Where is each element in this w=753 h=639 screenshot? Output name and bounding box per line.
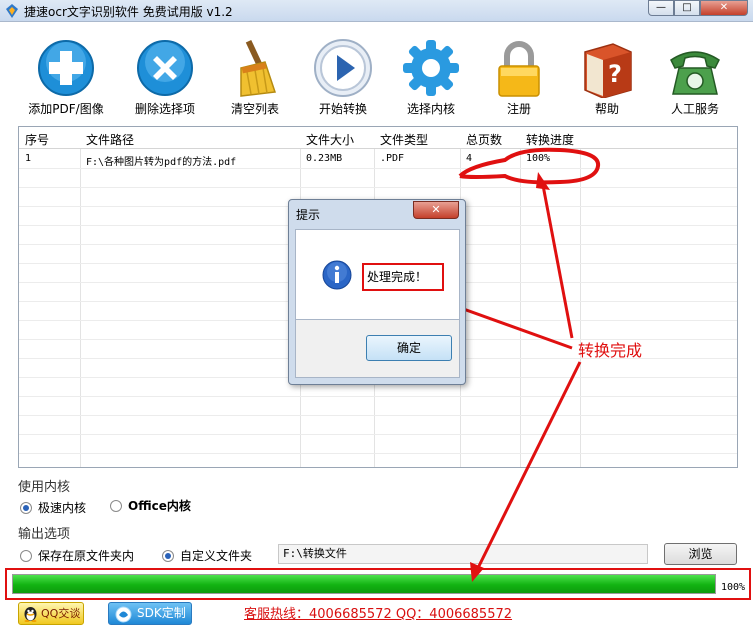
toolbar: 添加PDF/图像 删除选择项 清空列表 开始转换 选择内核 注册 ? 帮助 人工… [0,22,753,120]
maximize-button[interactable]: □ [674,0,700,16]
radio-label: 自定义文件夹 [180,549,253,563]
progress-percent: 100% [721,582,746,593]
browse-button[interactable]: 浏览 [664,543,737,565]
radio-label: 保存在原文件夹内 [38,549,135,563]
custom-folder-radio[interactable]: 自定义文件夹 [162,547,252,564]
progress-bar [12,574,716,594]
delete-selected-button[interactable]: 删除选择项 [120,38,210,117]
tool-label: 开始转换 [318,102,367,116]
engine-office-radio[interactable]: Office内核 [110,497,191,514]
prompt-dialog: 提示 ✕ 处理完成！ 确定 [288,199,466,385]
info-icon [322,260,352,290]
ok-button[interactable]: 确定 [366,335,452,361]
dialog-title: 提示 [296,208,321,222]
start-convert-button[interactable]: 开始转换 [298,38,388,117]
row-divider [19,415,737,416]
sdk-custom-label: SDK定制 [137,606,186,620]
qq-chat-label: QQ交谈 [41,607,81,620]
output-section-label: 输出选项 [18,527,71,542]
row-file-type: .PDF [380,153,405,164]
manual-service-button[interactable]: 人工服务 [650,38,740,117]
tool-label: 添加PDF/图像 [28,102,104,116]
radio-dot [162,549,174,562]
row-progress: 100% [526,153,551,164]
service-hotline-link[interactable]: 客服热线：4006685572 QQ：4006685572 [244,603,512,622]
close-button[interactable]: ✕ [700,0,748,16]
table-header: 序号 文件路径 文件大小 文件类型 总页数 转换进度 [19,127,737,149]
column-header[interactable]: 转换进度 [526,131,574,148]
row-divider [19,453,737,454]
row-page-count: 4 [466,153,473,164]
dialog-footer: 确定 [295,320,460,378]
app-logo-icon [6,4,18,18]
gear-icon [403,40,459,96]
sdk-custom-button[interactable]: SDK定制 [108,602,192,625]
engine-fast-radio[interactable]: 极速内核 [20,499,86,516]
row-divider [19,396,737,397]
engine-section-label: 使用内核 [18,480,71,495]
row-file-size: 0.23MB [306,153,343,164]
qq-chat-button[interactable]: QQ交谈 [18,602,84,625]
tool-label: 人工服务 [670,102,719,116]
add-icon [38,40,94,96]
add-pdf-image-button[interactable]: 添加PDF/图像 [21,38,111,117]
lock-icon [498,41,540,97]
save-original-folder-radio[interactable]: 保存在原文件夹内 [20,547,134,564]
tool-label: 清空列表 [230,102,279,116]
tool-label: 注册 [506,102,531,116]
row-file-path: F:\各种图片转为pdf的方法.pdf [86,157,237,168]
register-button[interactable]: 注册 [474,38,564,117]
play-icon [314,39,372,97]
row-divider [19,434,737,435]
row-divider [19,187,737,188]
dialog-message: 处理完成！ [362,263,444,291]
column-header[interactable]: 序号 [25,131,49,148]
delete-icon [137,40,193,96]
window-title: 捷速ocr文字识别软件 免费试用版 v1.2 [24,5,233,19]
radio-label: Office内核 [128,499,191,513]
select-engine-button[interactable]: 选择内核 [386,38,476,117]
radio-label: 极速内核 [38,501,87,515]
dialog-close-button[interactable]: ✕ [413,201,459,219]
table-column [19,127,81,467]
tool-label: 帮助 [594,102,619,116]
column-header[interactable]: 文件类型 [380,131,428,148]
minimize-button[interactable]: — [648,0,674,16]
clear-list-button[interactable]: 清空列表 [210,38,300,117]
dialog-body: 处理完成！ [295,229,460,320]
column-header[interactable]: 文件大小 [306,131,354,148]
radio-dot [20,549,32,562]
column-header[interactable]: 文件路径 [86,131,134,148]
sdk-icon [115,606,132,623]
table-column [461,127,521,467]
help-book-icon: ? [584,43,632,98]
tool-label: 删除选择项 [134,102,195,116]
phone-icon [670,51,720,95]
svg-text:?: ? [608,60,622,88]
tool-label: 选择内核 [406,102,455,116]
column-header[interactable]: 总页数 [466,131,502,148]
annotation-label: 转换完成 [578,341,643,360]
qq-penguin-icon [24,607,37,622]
radio-dot [110,499,122,512]
row-divider [19,168,737,169]
title-bar: 捷速ocr文字识别软件 免费试用版 v1.2 — □ ✕ [0,0,753,22]
radio-dot [20,501,32,514]
progress-fill [13,575,715,593]
output-path-input[interactable]: F:\转换文件 [278,544,648,564]
row-index: 1 [25,153,32,164]
help-button[interactable]: ? 帮助 [562,38,652,117]
table-column [81,127,301,467]
table-column [521,127,581,467]
broom-icon [240,39,277,97]
